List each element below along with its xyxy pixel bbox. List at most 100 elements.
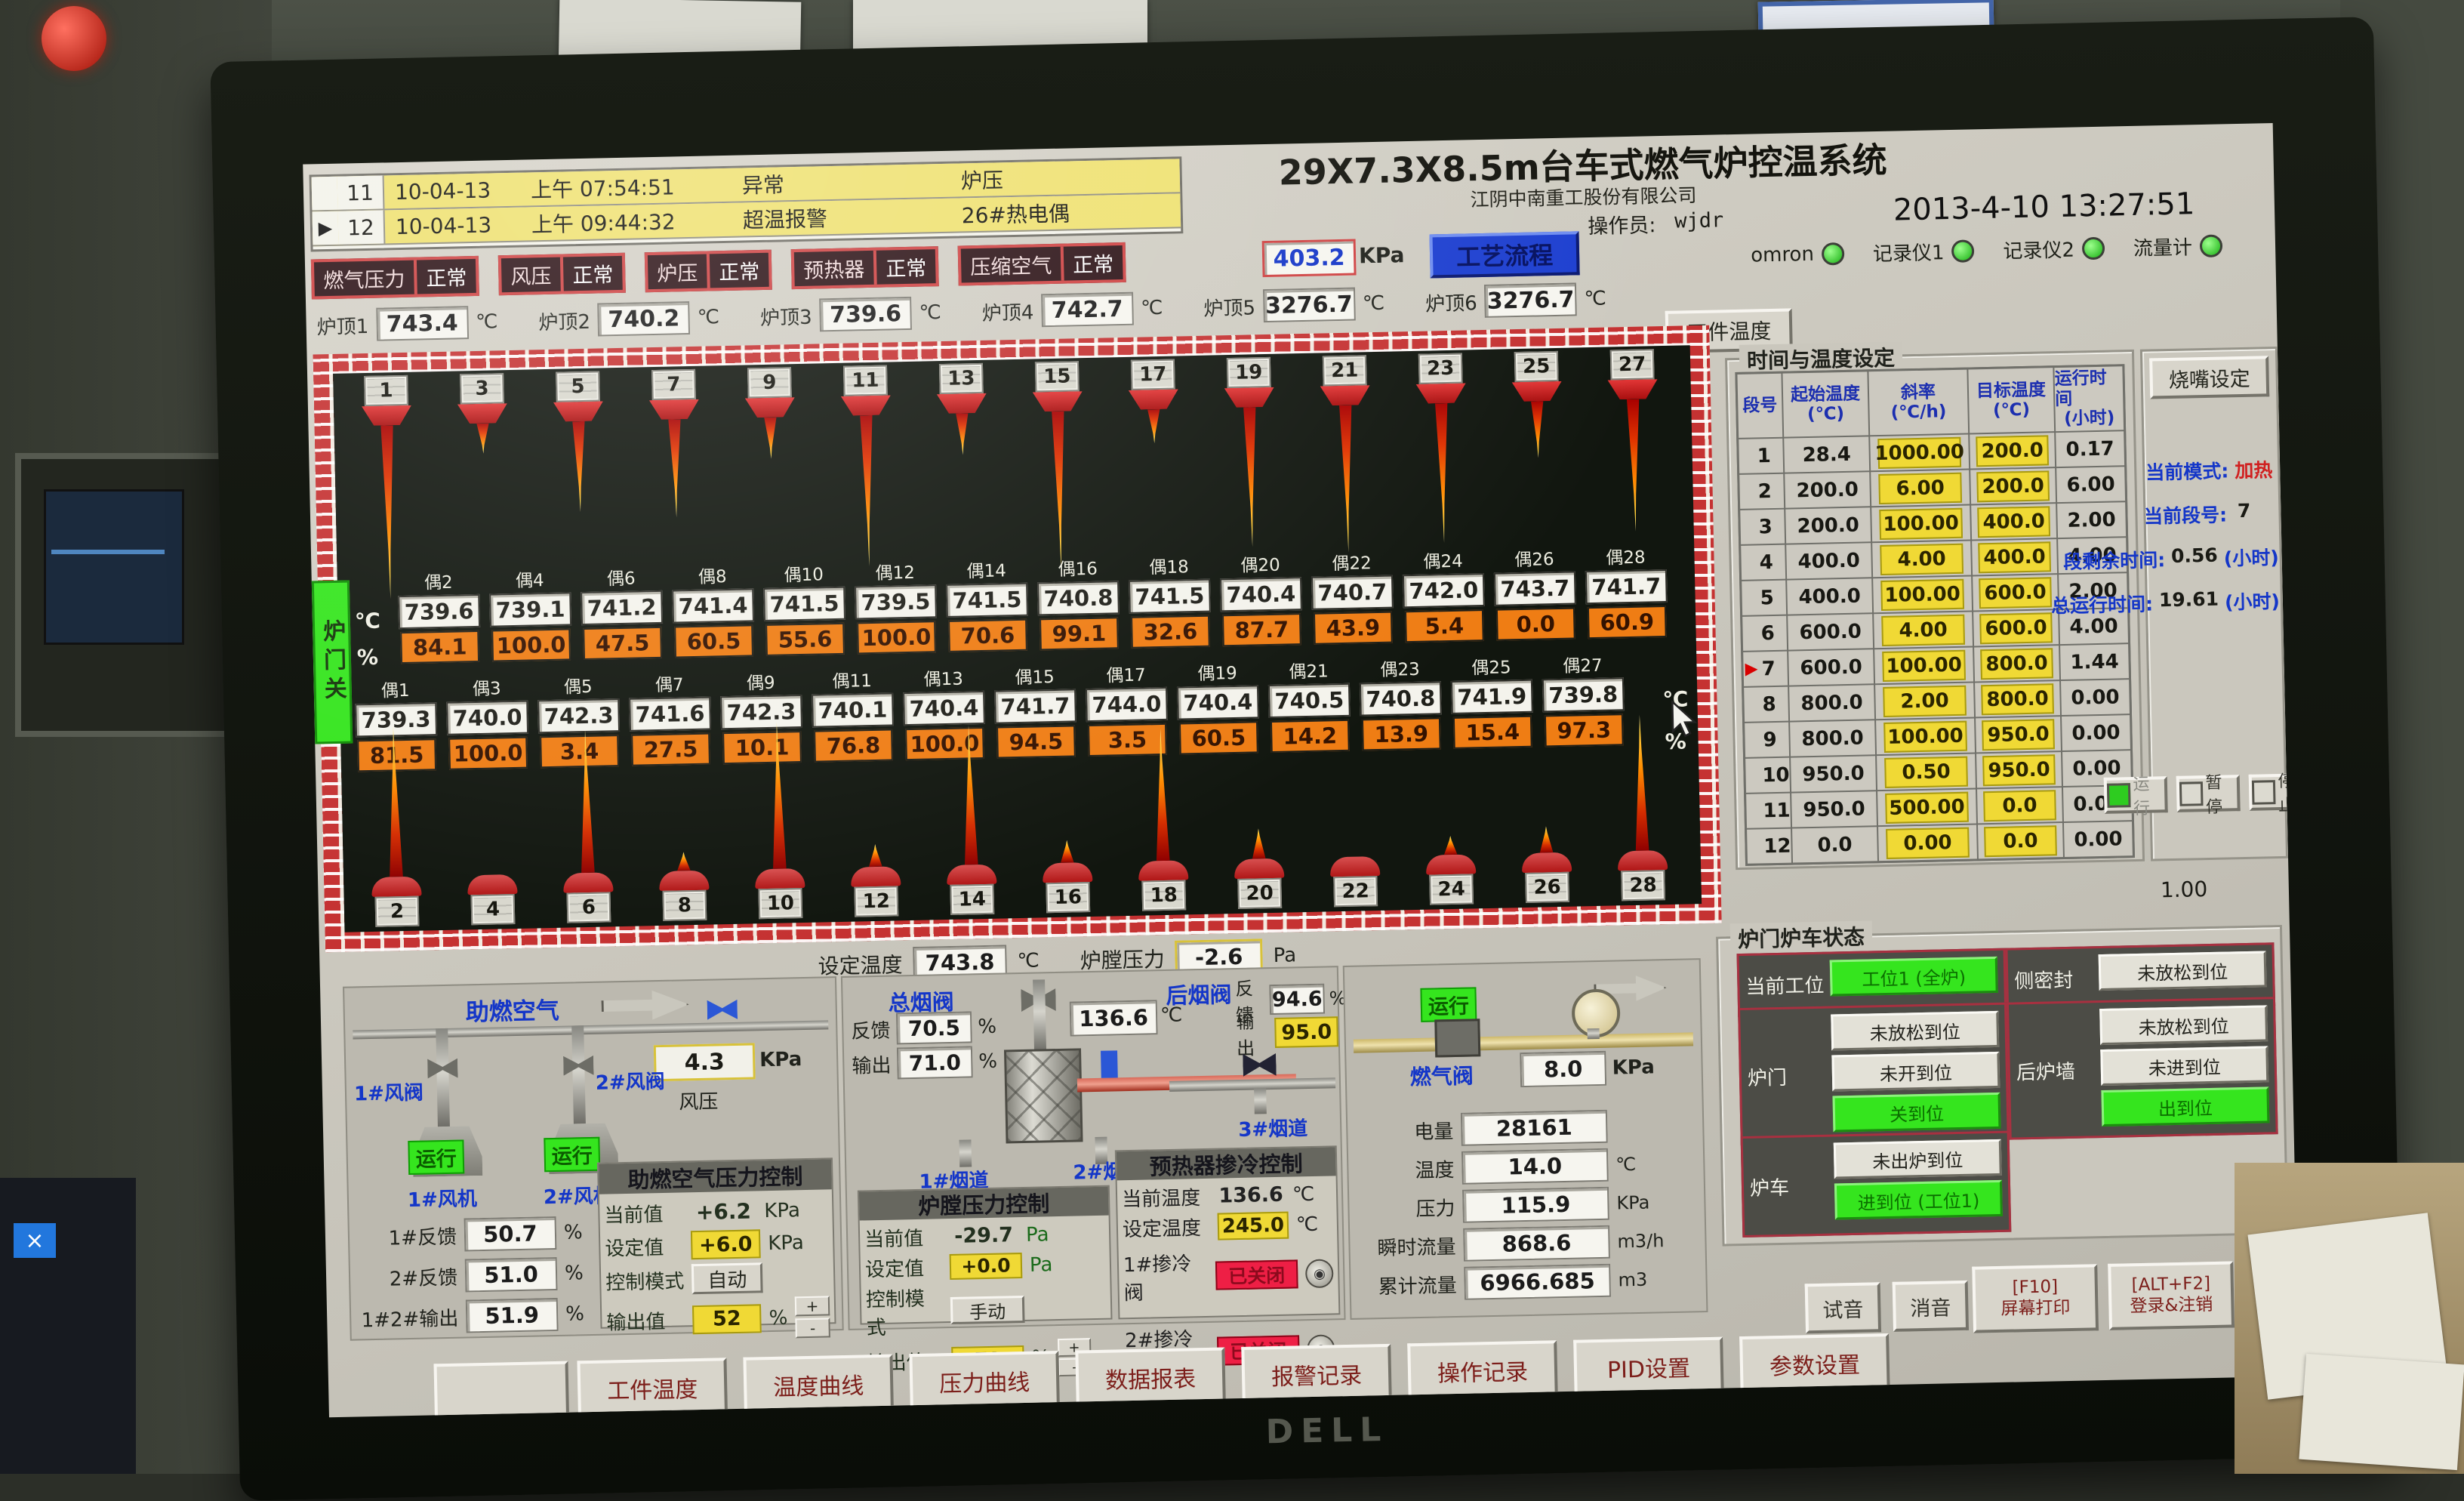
schedule-target-input[interactable]: 200.0 — [1976, 435, 2049, 467]
schedule-target-cell[interactable]: 400.0 — [1972, 539, 2057, 575]
schedule-target-cell[interactable]: 950.0 — [1976, 752, 2062, 787]
schedule-target-input[interactable]: 800.0 — [1981, 683, 2054, 715]
system-button[interactable]: [ALT+F2] 登录&注销 — [2108, 1261, 2235, 1330]
schedule-target-input[interactable]: 600.0 — [1979, 612, 2053, 644]
schedule-rate-input[interactable]: 100.00 — [1883, 720, 1967, 752]
flame-icon — [665, 419, 685, 517]
output-plus-button[interactable]: + — [795, 1296, 830, 1316]
device-led-label: 记录仪2 — [2003, 235, 2074, 264]
schedule-rate-input[interactable]: 4.00 — [1881, 614, 1965, 646]
output-minus-button[interactable]: - — [795, 1318, 830, 1338]
schedule-rate-cell[interactable]: 500.00 — [1877, 789, 1976, 825]
schedule-rate-cell[interactable]: 4.00 — [1874, 612, 1973, 649]
schedule-target-cell[interactable]: 600.0 — [1973, 610, 2059, 646]
schedule-rate-cell[interactable]: 100.00 — [1874, 647, 1973, 683]
valve1-indicator-icon[interactable]: ◉ — [1305, 1259, 1333, 1288]
combustion-air-panel: 助燃空气 4.3 KPa 风压 1#风阀 2#风阀 运行 运行 1#风机 2#风… — [343, 976, 844, 1341]
schedule-rate-input[interactable]: 0.00 — [1886, 827, 1970, 858]
schedule-target-input[interactable]: 950.0 — [1982, 719, 2055, 750]
schedule-rate-input[interactable]: 100.00 — [1879, 507, 1963, 539]
schedule-rate-input[interactable]: 100.00 — [1880, 578, 1964, 610]
current-unit: KPa — [764, 1199, 800, 1222]
burner-port-icon — [947, 865, 997, 885]
bottom-menu-button-partial[interactable] — [434, 1361, 570, 1418]
air-valve-icon[interactable] — [707, 1000, 738, 1020]
schedule-rate-cell[interactable]: 0.50 — [1877, 754, 1976, 790]
thermocouple-label: 偶10 — [784, 561, 824, 586]
schedule-rate-cell[interactable]: 100.00 — [1873, 577, 1972, 613]
bottom-menu-button[interactable]: 数据报表 — [1075, 1347, 1226, 1407]
burner: 13 — [914, 362, 1012, 588]
schedule-target-input[interactable]: 600.0 — [1979, 577, 2052, 609]
schedule-target-cell[interactable]: 800.0 — [1975, 681, 2060, 717]
roof-temp-label: 炉顶1 — [316, 310, 368, 339]
flame-icon — [673, 852, 694, 871]
schedule-target-cell[interactable]: 950.0 — [1976, 717, 2061, 752]
run-checkbox[interactable]: 运行 — [2104, 776, 2168, 814]
sound-button[interactable]: 试音 — [1805, 1282, 1881, 1333]
schedule-target-cell[interactable]: 400.0 — [1971, 504, 2056, 539]
set-value-input[interactable]: +0.0 — [950, 1253, 1023, 1280]
schedule-target-input[interactable]: 200.0 — [1976, 470, 2050, 502]
alarm-list[interactable]: 11 10-04-13 上午 07:54:51 异常 炉压 ▶ 12 10-04… — [310, 156, 1184, 251]
schedule-target-cell[interactable]: 200.0 — [1970, 468, 2056, 504]
schedule-target-input[interactable]: 0.0 — [1984, 825, 2057, 857]
schedule-rate-cell[interactable]: 2.00 — [1875, 683, 1974, 719]
feedback-value: 70.5 — [896, 1011, 972, 1044]
schedule-target-cell[interactable]: 0.0 — [1978, 823, 2063, 858]
schedule-target-cell[interactable]: 800.0 — [1974, 646, 2059, 681]
schedule-rate-input[interactable]: 500.00 — [1885, 791, 1969, 823]
readout-value: 115.9 — [1462, 1187, 1609, 1223]
schedule-rate-input[interactable]: 4.00 — [1880, 543, 1964, 575]
burner: 12 — [828, 843, 923, 918]
thermocouple-label: 偶12 — [875, 559, 915, 584]
bottom-menu-button[interactable]: 报警记录 — [1241, 1344, 1392, 1404]
bottom-menu-button[interactable]: 工件温度 — [577, 1358, 728, 1417]
status-indicator: 炉压 正常 — [645, 250, 772, 293]
mode-button[interactable]: 自动 — [691, 1262, 763, 1294]
system-button[interactable]: [F10] 屏幕打印 — [1972, 1264, 2099, 1333]
thermocouple-label: 偶26 — [1514, 546, 1554, 571]
roof-temp-item: 炉顶4 742.7 ℃ — [981, 291, 1163, 328]
bottom-menu-button[interactable]: PID设置 — [1573, 1337, 1724, 1398]
schedule-target-input[interactable]: 800.0 — [1980, 648, 2053, 680]
schedule-target-input[interactable]: 400.0 — [1977, 506, 2050, 538]
schedule-rate-input[interactable]: 0.50 — [1884, 756, 1968, 787]
schedule-rate-input[interactable]: 6.00 — [1878, 472, 1962, 504]
bottom-menu-button[interactable]: 压力曲线 — [909, 1351, 1060, 1411]
mode-button[interactable]: 手动 — [950, 1296, 1025, 1324]
schedule-target-input[interactable]: 0.0 — [1983, 790, 2056, 821]
thermocouple-output: 84.1 — [400, 630, 479, 664]
schedule-rate-cell[interactable]: 4.00 — [1872, 541, 1971, 578]
bottom-menu-button[interactable]: 操作记录 — [1407, 1340, 1558, 1401]
set-value-input[interactable]: +6.0 — [691, 1229, 761, 1259]
schedule-target-cell[interactable]: 0.0 — [1977, 787, 2062, 823]
bottom-menu-button[interactable]: 参数设置 — [1739, 1333, 1890, 1394]
schedule-rate-input[interactable]: 1000.00 — [1877, 436, 1961, 468]
stop-checkbox[interactable]: 停止 — [2249, 773, 2299, 811]
schedule-seg-cell: 9 — [1745, 723, 1789, 757]
schedule-rate-input[interactable]: 2.00 — [1883, 685, 1967, 717]
schedule-target-input[interactable]: 950.0 — [1982, 754, 2056, 786]
current-unit: Pa — [1026, 1223, 1049, 1247]
pause-checkbox[interactable]: 暂停 — [2176, 775, 2241, 812]
gas-valve-icon[interactable] — [1434, 1019, 1480, 1057]
sound-button[interactable]: 消音 — [1893, 1281, 1969, 1332]
bottom-menu-button[interactable]: 温度曲线 — [743, 1355, 894, 1415]
set-temp-input[interactable]: 245.0 — [1218, 1211, 1289, 1240]
schedule-target-cell[interactable]: 200.0 — [1970, 433, 2055, 468]
schedule-rate-cell[interactable]: 1000.00 — [1870, 435, 1969, 471]
burner-setting-button[interactable]: 烧嘴设定 — [2149, 356, 2269, 399]
schedule-rate-input[interactable]: 100.00 — [1882, 649, 1966, 681]
schedule-target-cell[interactable]: 600.0 — [1973, 575, 2058, 610]
schedule-rate-cell[interactable]: 100.00 — [1871, 506, 1970, 542]
schedule-target-input[interactable]: 400.0 — [1978, 541, 2051, 573]
output-value-input[interactable]: 52 — [692, 1304, 762, 1334]
schedule-rate-cell[interactable]: 6.00 — [1871, 470, 1970, 507]
process-flow-button[interactable]: 工艺流程 — [1429, 231, 1579, 278]
schedule-rate-cell[interactable]: 0.00 — [1878, 824, 1977, 861]
device-leds: omron 记录仪1 记录仪2 流量计 — [1751, 231, 2222, 269]
schedule-rate-cell[interactable]: 100.00 — [1876, 718, 1975, 754]
air-pressure-control-panel: 助燃空气压力控制 当前值+6.2KPa 设定值+6.0KPa 控制模式自动 输出… — [597, 1157, 836, 1328]
thermocouple-label: 偶22 — [1332, 550, 1372, 575]
